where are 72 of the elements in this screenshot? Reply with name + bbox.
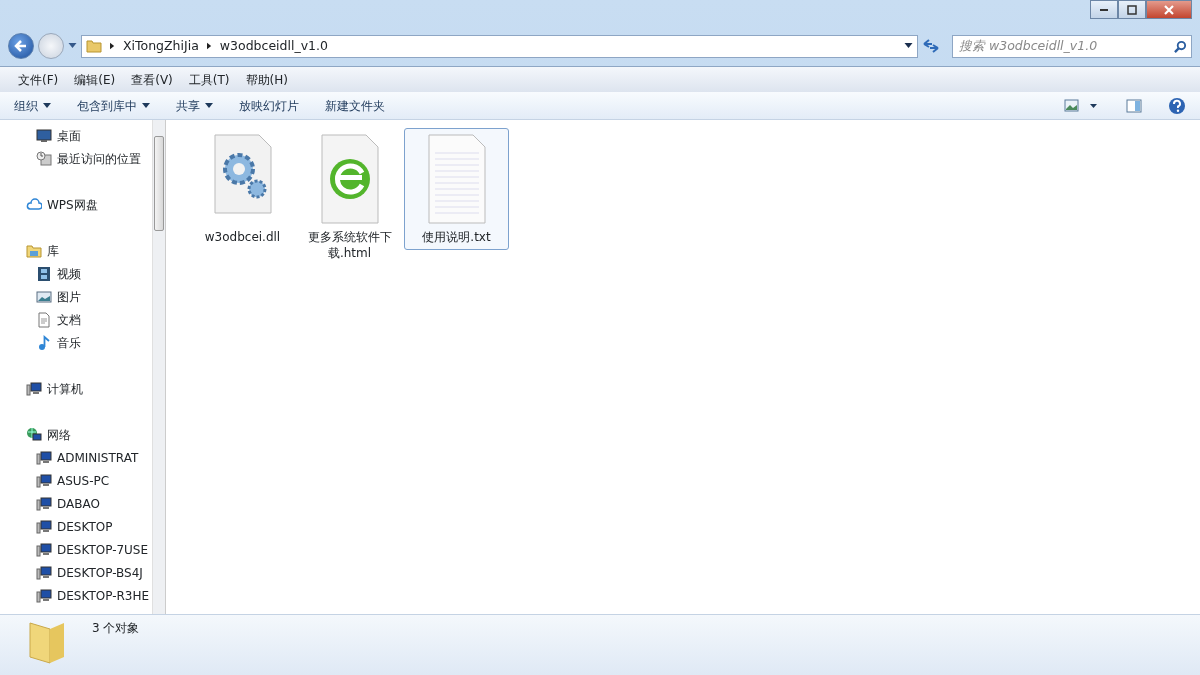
close-button[interactable] <box>1146 0 1192 19</box>
computer-icon <box>36 495 52 512</box>
document-icon <box>36 311 52 328</box>
sidebar-item[interactable]: 音乐 <box>0 331 152 354</box>
computer-icon <box>36 518 52 535</box>
monitor-icon <box>36 127 52 144</box>
toolbar-button[interactable]: 组织 <box>14 96 51 115</box>
search-icon <box>1174 39 1187 53</box>
computer-icon <box>36 541 52 558</box>
file-item[interactable]: 使用说明.txt <box>404 128 509 250</box>
toolbar-button[interactable]: 共享 <box>176 96 213 115</box>
chevron-right-icon <box>206 42 212 50</box>
menu-item[interactable]: 文件(F) <box>10 70 67 89</box>
maximize-icon <box>1125 3 1139 16</box>
address-bar[interactable]: XiTongZhiJia w3odbceidll_v1.0 <box>81 34 918 58</box>
file-item[interactable]: 更多系统软件下载.html <box>297 128 402 266</box>
sidebar-item[interactable]: 库 <box>0 239 152 262</box>
sidebar-item[interactable]: 桌面 <box>0 124 152 147</box>
network-globe-icon <box>26 426 42 443</box>
close-icon <box>1162 3 1176 16</box>
sidebar-item[interactable]: DESKTOP <box>0 515 152 538</box>
library-folder-icon <box>26 242 42 259</box>
view-options-icon[interactable] <box>1064 98 1100 113</box>
sidebar-item[interactable]: 最近访问的位置 <box>0 147 152 170</box>
toolbar-button[interactable]: 放映幻灯片 <box>239 96 299 115</box>
back-button[interactable] <box>8 33 34 59</box>
maximize-button[interactable] <box>1118 0 1146 19</box>
sidebar-item[interactable]: DABAO <box>0 492 152 515</box>
sidebar-item[interactable]: 文档 <box>0 308 152 331</box>
caret-icon[interactable] <box>205 103 213 108</box>
cloud-icon <box>26 196 42 213</box>
sidebar-item[interactable]: DESKTOP-R3HE <box>0 584 152 607</box>
minimize-icon <box>1100 8 1108 11</box>
sidebar-item[interactable]: 网络 <box>0 423 152 446</box>
music-note-icon <box>36 334 52 351</box>
refresh-icon[interactable] <box>922 38 940 54</box>
menu-item[interactable]: 编辑(E) <box>66 70 124 89</box>
sidebar-item[interactable]: WPS网盘 <box>0 193 152 216</box>
sidebar-item[interactable]: DESKTOP-7USE <box>0 538 152 561</box>
sidebar-item[interactable]: 图片 <box>0 285 152 308</box>
sidebar-item[interactable]: DESKTOP-BS4J <box>0 561 152 584</box>
toolbar-button[interactable]: 包含到库中 <box>77 96 150 115</box>
scrollbar[interactable] <box>152 120 166 614</box>
file-item[interactable]: w3odbcei.dll <box>190 128 295 250</box>
breadcrumb-item[interactable]: w3odbceidll_v1.0 <box>219 36 328 56</box>
breadcrumb-item[interactable]: XiTongZhiJia <box>123 36 199 56</box>
help-icon[interactable] <box>1168 96 1186 115</box>
chevron-right-icon <box>110 42 115 50</box>
menu-item[interactable]: 帮助(H) <box>237 70 296 89</box>
caret-icon[interactable] <box>142 103 150 108</box>
status-text: 3 个对象 <box>92 620 140 637</box>
sidebar-item[interactable]: ASUS-PC <box>0 469 152 492</box>
search-field[interactable]: 搜索 w3odbceidll_v1.0 <box>952 34 1192 58</box>
arrow-left-icon <box>13 38 29 54</box>
computer-icon <box>36 449 52 466</box>
caret-icon[interactable] <box>43 103 51 108</box>
film-icon <box>36 265 52 282</box>
dropdown-arrow-icon[interactable] <box>904 43 913 49</box>
minimize-button[interactable] <box>1090 0 1118 19</box>
computer-icon <box>26 380 42 397</box>
menu-item[interactable]: 工具(T) <box>180 70 238 89</box>
sidebar-item[interactable]: 视频 <box>0 262 152 285</box>
toolbar-button[interactable]: 新建文件夹 <box>325 96 385 115</box>
sidebar-item[interactable]: 计算机 <box>0 377 152 400</box>
picture-icon <box>36 288 52 305</box>
folder-icon <box>86 38 102 54</box>
computer-icon <box>36 587 52 604</box>
sidebar-item[interactable]: ADMINISTRAT <box>0 446 152 469</box>
menu-item[interactable]: 查看(V) <box>123 70 181 89</box>
computer-icon <box>36 564 52 581</box>
computer-icon <box>36 472 52 489</box>
clock-computer-icon <box>36 150 52 167</box>
